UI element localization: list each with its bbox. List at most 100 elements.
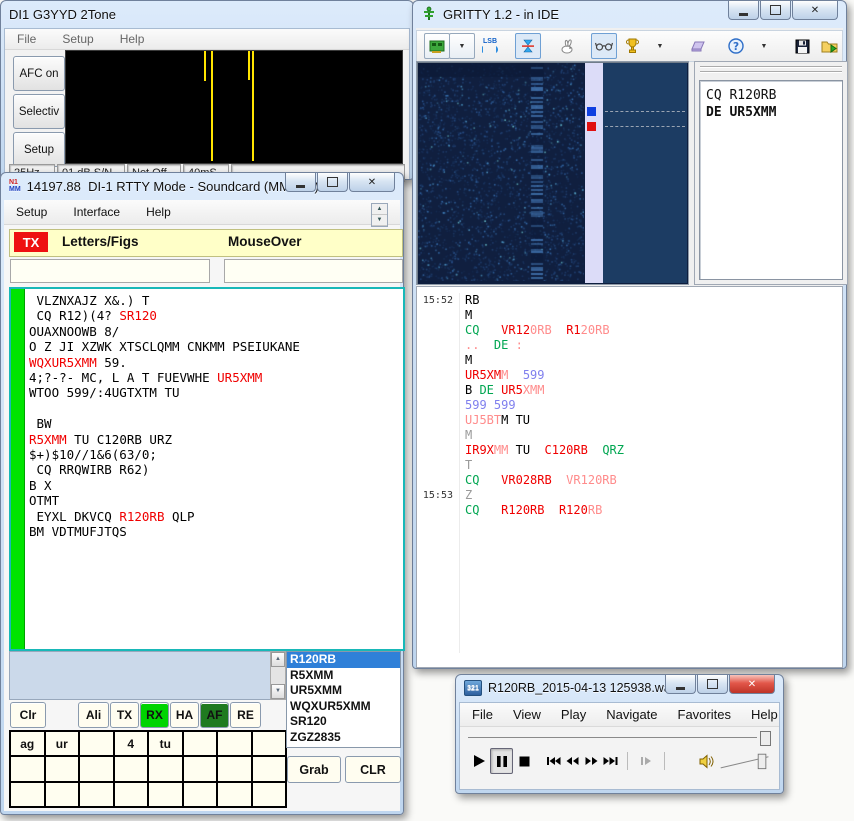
- volume-mute-button[interactable]: [696, 748, 718, 774]
- menu-file[interactable]: File: [17, 32, 36, 46]
- letters-figs-field[interactable]: [10, 259, 210, 283]
- close-button[interactable]: ✕: [792, 1, 838, 20]
- rx-button[interactable]: RX: [140, 702, 169, 728]
- space-frequency-marker[interactable]: [587, 122, 596, 131]
- folder-open-button[interactable]: [817, 33, 843, 59]
- macro-cell[interactable]: [252, 782, 285, 806]
- tx-indicator[interactable]: TX: [14, 232, 48, 252]
- next-button[interactable]: [601, 748, 620, 774]
- callsign-item[interactable]: WQXUR5XMM: [287, 699, 400, 715]
- macro-cell[interactable]: [80, 732, 113, 756]
- previous-button[interactable]: [544, 748, 563, 774]
- macro-cell[interactable]: [183, 757, 216, 781]
- soundcard-dropdown[interactable]: ▼: [449, 33, 475, 59]
- help-dropdown[interactable]: ▼: [751, 33, 777, 59]
- menu-help[interactable]: Help: [120, 32, 145, 46]
- pause-button[interactable]: [490, 748, 513, 774]
- rabbit-speed-button[interactable]: [553, 33, 579, 59]
- tx-button[interactable]: TX: [110, 702, 139, 728]
- macro-cell[interactable]: [45, 757, 78, 781]
- macro-cell[interactable]: tu: [149, 732, 182, 756]
- callsign-item[interactable]: R5XMM: [287, 668, 400, 684]
- scroll-up-icon[interactable]: ▲: [271, 652, 285, 667]
- ha-button[interactable]: HA: [170, 702, 199, 728]
- maximize-button[interactable]: [697, 675, 728, 694]
- macro-cell[interactable]: [218, 782, 251, 806]
- macro-cell[interactable]: [218, 757, 251, 781]
- clr-list-button[interactable]: CLR: [345, 756, 401, 783]
- macro-cell[interactable]: [149, 757, 182, 781]
- minimize-button[interactable]: [665, 675, 696, 694]
- setup-button[interactable]: Setup: [13, 132, 65, 167]
- macro-cell[interactable]: [11, 757, 44, 781]
- macro-cell[interactable]: [80, 757, 113, 781]
- play-button[interactable]: [468, 748, 490, 774]
- afc-button[interactable]: AFC on: [13, 56, 65, 91]
- rx-decode-area[interactable]: VLZNXAJZ X&.) T CQ R12)(4? SR120 OUAXNOOW…: [9, 287, 405, 651]
- macro-cell[interactable]: [80, 782, 113, 806]
- seek-thumb[interactable]: [760, 731, 771, 746]
- glasses-view-button[interactable]: [591, 33, 617, 59]
- macro-cell[interactable]: [252, 732, 285, 756]
- gritty-decode-panel[interactable]: 15:52 RB M CQ VR120RB R120RB.. DE : M UR5XMM …: [416, 286, 843, 668]
- align-button[interactable]: Ali: [78, 702, 109, 728]
- mouseover-field[interactable]: [224, 259, 403, 283]
- macro-cell[interactable]: [45, 782, 78, 806]
- menu-file[interactable]: File: [472, 707, 493, 722]
- minimize-button[interactable]: [285, 173, 316, 192]
- waterfall-pane[interactable]: [416, 61, 689, 285]
- callsign-item[interactable]: R120RB: [287, 652, 400, 668]
- menu-help[interactable]: Help: [146, 205, 171, 219]
- panel-handle[interactable]: [700, 66, 842, 77]
- soundcard-button[interactable]: [424, 33, 450, 59]
- macro-cell[interactable]: ur: [45, 732, 78, 756]
- macro-cell[interactable]: [252, 757, 285, 781]
- close-button[interactable]: ✕: [729, 675, 775, 694]
- scroll-down-icon[interactable]: ▼: [271, 684, 285, 699]
- menu-navigate[interactable]: Navigate: [606, 707, 657, 722]
- af-button[interactable]: AF: [200, 702, 229, 728]
- tx-buffer[interactable]: [9, 651, 271, 700]
- close-button[interactable]: ✕: [349, 173, 395, 192]
- volume-slider[interactable]: [719, 750, 774, 772]
- maximize-button[interactable]: [317, 173, 348, 192]
- macro-cell[interactable]: 4: [114, 732, 147, 756]
- re-button[interactable]: RE: [230, 702, 261, 728]
- spectrum-display[interactable]: [65, 50, 403, 164]
- shift-markers-button[interactable]: [515, 33, 541, 59]
- spin-up-icon[interactable]: ▲: [372, 204, 387, 215]
- callsign-item[interactable]: UR5XMM: [287, 683, 400, 699]
- menu-favorites[interactable]: Favorites: [678, 707, 731, 722]
- mark-frequency-marker[interactable]: [587, 107, 596, 116]
- stop-button[interactable]: [513, 748, 535, 774]
- macro-cell[interactable]: [218, 732, 251, 756]
- menu-setup[interactable]: Setup: [62, 32, 93, 46]
- menu-interface[interactable]: Interface: [73, 205, 120, 219]
- menu-help[interactable]: Help: [751, 707, 778, 722]
- spinner-control[interactable]: ▲ ▼: [371, 203, 388, 227]
- eraser-clear-button[interactable]: [685, 33, 711, 59]
- macro-cell[interactable]: ag: [11, 732, 44, 756]
- menu-play[interactable]: Play: [561, 707, 586, 722]
- trophy-dropdown[interactable]: ▼: [647, 33, 673, 59]
- minimize-button[interactable]: [728, 1, 759, 20]
- help-button[interactable]: ?: [723, 33, 749, 59]
- fast-forward-button[interactable]: [582, 748, 601, 774]
- macro-cell[interactable]: [183, 782, 216, 806]
- trophy-contest-button[interactable]: [619, 33, 645, 59]
- twotone-titlebar[interactable]: DI1 G3YYD 2Tone: [1, 1, 413, 27]
- callsign-item[interactable]: SR120: [287, 714, 400, 730]
- macro-cell[interactable]: [149, 782, 182, 806]
- waterfall-canvas[interactable]: [418, 63, 584, 281]
- callsign-item[interactable]: ZGZ2835: [287, 730, 400, 746]
- macro-cell[interactable]: [114, 757, 147, 781]
- spin-down-icon[interactable]: ▼: [372, 215, 387, 226]
- frame-step-button[interactable]: [635, 748, 657, 774]
- selectivity-button[interactable]: Selectiv: [13, 94, 65, 129]
- maximize-button[interactable]: [760, 1, 791, 20]
- menu-setup[interactable]: Setup: [16, 205, 47, 219]
- save-button[interactable]: [789, 33, 815, 59]
- seek-track[interactable]: [468, 737, 757, 738]
- lsb-mode-button[interactable]: LSB: [477, 33, 503, 59]
- macro-cell[interactable]: [183, 732, 216, 756]
